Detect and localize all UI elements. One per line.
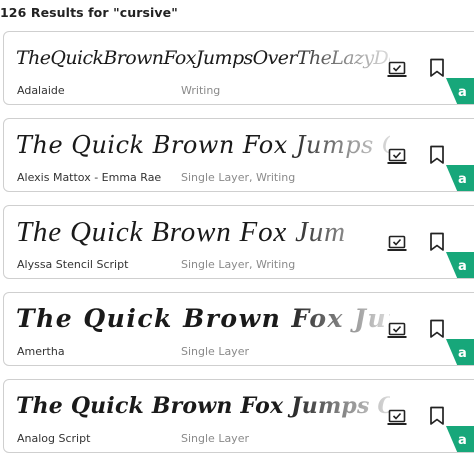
laptop-icon[interactable]	[385, 58, 409, 82]
font-preview-text: The Quick Brown Fox Jumps O	[16, 131, 390, 159]
laptop-icon[interactable]	[385, 145, 409, 169]
font-type-badge: a	[446, 339, 474, 365]
font-result-card[interactable]: The Quick Brown Fox Jum Alyssa Stencil S…	[3, 205, 474, 279]
font-result-card[interactable]: The Quick Brown Fox Jumps O Alexis Matto…	[3, 118, 474, 192]
font-result-card[interactable]: The Quick Brown Fox Jumps O Analog Scrip…	[3, 379, 474, 453]
font-tags: Single Layer, Writing	[181, 258, 296, 271]
font-tags: Writing	[181, 84, 221, 97]
font-tags: Single Layer, Writing	[181, 171, 296, 184]
font-result-card[interactable]: TheQuickBrownFoxJumpsOverTheLazyDog Adal…	[3, 31, 474, 105]
font-preview-text: The Quick Brown Fox Jumps O	[16, 393, 390, 419]
bookmark-icon[interactable]	[425, 143, 449, 167]
bookmark-icon[interactable]	[425, 230, 449, 254]
font-result-card[interactable]: The Quick Brown Fox Jump Amertha Single …	[3, 292, 474, 366]
bookmark-icon[interactable]	[425, 404, 449, 428]
font-type-badge: a	[446, 78, 474, 104]
font-name: Analog Script	[17, 432, 91, 445]
font-type-badge: a	[446, 252, 474, 278]
font-name: Amertha	[17, 345, 65, 358]
laptop-icon[interactable]	[385, 319, 409, 343]
font-name: Alexis Mattox - Emma Rae	[17, 171, 162, 184]
font-preview-text: The Quick Brown Fox Jump	[16, 304, 390, 333]
results-count-header: 126 Results for "cursive"	[0, 5, 178, 20]
font-preview-text: TheQuickBrownFoxJumpsOverTheLazyDog	[16, 47, 390, 69]
bookmark-icon[interactable]	[425, 56, 449, 80]
font-type-badge: a	[446, 426, 474, 452]
font-preview-text: The Quick Brown Fox Jum	[16, 216, 346, 248]
font-tags: Single Layer	[181, 432, 249, 445]
bookmark-icon[interactable]	[425, 317, 449, 341]
font-name: Adalaide	[17, 84, 65, 97]
laptop-icon[interactable]	[385, 406, 409, 430]
search-results-page: 126 Results for "cursive" TheQuickBrownF…	[0, 0, 474, 474]
font-tags: Single Layer	[181, 345, 249, 358]
font-name: Alyssa Stencil Script	[17, 258, 129, 271]
font-type-badge: a	[446, 165, 474, 191]
laptop-icon[interactable]	[385, 232, 409, 256]
